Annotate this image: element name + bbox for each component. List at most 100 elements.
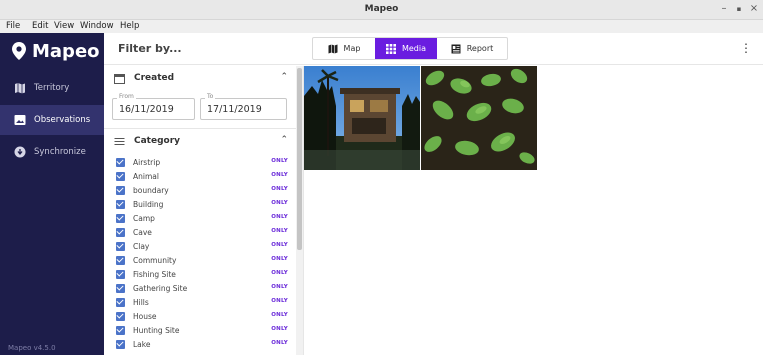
filter-header: Filter by...: [104, 33, 304, 65]
from-date-field[interactable]: From 16/11/2019: [112, 93, 195, 120]
tab-media[interactable]: Media: [375, 38, 437, 59]
category-label: Hills: [133, 297, 149, 307]
sidebar-item-territory[interactable]: Territory: [0, 73, 104, 103]
only-button[interactable]: ONLY: [271, 228, 288, 234]
to-value: 17/11/2019: [207, 104, 262, 115]
checkbox-checked[interactable]: [116, 157, 125, 167]
media-thumbnail-building[interactable]: [304, 66, 420, 170]
sidebar-item-observations[interactable]: Observations: [0, 105, 104, 135]
category-item[interactable]: Cave ONLY: [116, 225, 288, 239]
category-item[interactable]: Hills ONLY: [116, 295, 288, 309]
sidebar-item-label: Territory: [34, 83, 70, 93]
only-button[interactable]: ONLY: [271, 270, 288, 276]
close-button[interactable]: ×: [748, 3, 760, 14]
tab-report-label: Report: [466, 44, 494, 53]
version-label: Mapeo v4.5.0: [8, 344, 56, 352]
category-item[interactable]: Fishing Site ONLY: [116, 267, 288, 281]
chevron-up-icon[interactable]: ⌃: [280, 135, 288, 145]
only-button[interactable]: ONLY: [271, 242, 288, 248]
only-button[interactable]: ONLY: [271, 326, 288, 332]
category-title: Category: [134, 136, 181, 146]
section-divider: [104, 128, 296, 129]
checkbox-checked[interactable]: [116, 227, 125, 237]
to-date-field[interactable]: To 17/11/2019: [200, 93, 287, 120]
menu-help[interactable]: Help: [120, 21, 139, 31]
category-label: boundary: [133, 185, 169, 195]
checkbox-checked[interactable]: [116, 283, 125, 293]
checkbox-checked[interactable]: [116, 339, 125, 349]
sidebar-item-label: Observations: [34, 115, 91, 125]
only-button[interactable]: ONLY: [271, 256, 288, 262]
view-tabs: Map Media Report: [312, 37, 508, 60]
map-icon: [15, 83, 25, 94]
created-section-header[interactable]: Created ⌃: [104, 68, 294, 88]
category-section-header[interactable]: Category ⌃: [104, 131, 294, 151]
only-button[interactable]: ONLY: [271, 158, 288, 164]
category-label: Camp: [133, 213, 155, 223]
only-button[interactable]: ONLY: [271, 172, 288, 178]
photo-icon: [14, 115, 26, 125]
chevron-up-icon[interactable]: ⌃: [280, 72, 288, 82]
menu-view[interactable]: View: [54, 21, 74, 31]
list-icon: [114, 137, 125, 145]
only-button[interactable]: ONLY: [271, 200, 288, 206]
checkbox-checked[interactable]: [116, 269, 125, 279]
main-toolbar: Map Media Report ⋮: [304, 33, 763, 65]
more-vert-icon[interactable]: ⋮: [740, 41, 752, 55]
only-button[interactable]: ONLY: [271, 312, 288, 318]
category-item[interactable]: Lake ONLY: [116, 337, 288, 351]
tab-map[interactable]: Map: [313, 38, 375, 59]
category-item[interactable]: Gathering Site ONLY: [116, 281, 288, 295]
checkbox-checked[interactable]: [116, 171, 125, 181]
media-thumbnail-plants[interactable]: [421, 66, 537, 170]
only-button[interactable]: ONLY: [271, 298, 288, 304]
filter-scrollbar[interactable]: [296, 66, 303, 355]
checkbox-checked[interactable]: [116, 185, 125, 195]
checkbox-checked[interactable]: [116, 311, 125, 321]
filter-title: Filter by...: [118, 42, 182, 55]
tab-media-label: Media: [401, 44, 427, 53]
category-item[interactable]: House ONLY: [116, 309, 288, 323]
sidebar-item-synchronize[interactable]: Synchronize: [0, 137, 104, 167]
checkbox-checked[interactable]: [116, 213, 125, 223]
only-button[interactable]: ONLY: [271, 214, 288, 220]
category-label: Animal: [133, 171, 159, 181]
menu-bar: File Edit View Window Help: [0, 20, 763, 33]
category-item[interactable]: Airstrip ONLY: [116, 155, 288, 169]
brand-name: Mapeo: [32, 40, 100, 62]
category-item[interactable]: Building ONLY: [116, 197, 288, 211]
category-item[interactable]: Clay ONLY: [116, 239, 288, 253]
menu-window[interactable]: Window: [80, 21, 114, 31]
checkbox-checked[interactable]: [116, 297, 125, 307]
tab-report[interactable]: Report: [437, 38, 507, 59]
category-item[interactable]: Hunting Site ONLY: [116, 323, 288, 337]
category-item[interactable]: Animal ONLY: [116, 169, 288, 183]
only-button[interactable]: ONLY: [271, 340, 288, 346]
maximize-button[interactable]: ▪: [733, 5, 745, 13]
scrollbar-thumb[interactable]: [297, 68, 302, 250]
from-label: From: [117, 93, 136, 100]
category-label: Lake: [133, 339, 151, 349]
checkbox-checked[interactable]: [116, 255, 125, 265]
report-icon: [451, 44, 461, 53]
minimize-button[interactable]: –: [718, 3, 730, 14]
category-label: Community: [133, 255, 177, 265]
category-label: Fishing Site: [133, 269, 176, 279]
checkbox-checked[interactable]: [116, 241, 125, 251]
tab-map-label: Map: [343, 44, 361, 53]
sync-icon: [14, 146, 26, 158]
menu-file[interactable]: File: [6, 21, 20, 31]
only-button[interactable]: ONLY: [271, 186, 288, 192]
category-item[interactable]: boundary ONLY: [116, 183, 288, 197]
window-titlebar: Mapeo – ▪ ×: [0, 0, 763, 20]
from-value: 16/11/2019: [119, 104, 174, 115]
only-button[interactable]: ONLY: [271, 284, 288, 290]
menu-edit[interactable]: Edit: [32, 21, 48, 31]
grid-icon: [385, 43, 396, 54]
category-item[interactable]: Community ONLY: [116, 253, 288, 267]
window-title: Mapeo: [364, 4, 399, 14]
created-title: Created: [134, 73, 175, 83]
checkbox-checked[interactable]: [116, 199, 125, 209]
checkbox-checked[interactable]: [116, 325, 125, 335]
category-item[interactable]: Camp ONLY: [116, 211, 288, 225]
